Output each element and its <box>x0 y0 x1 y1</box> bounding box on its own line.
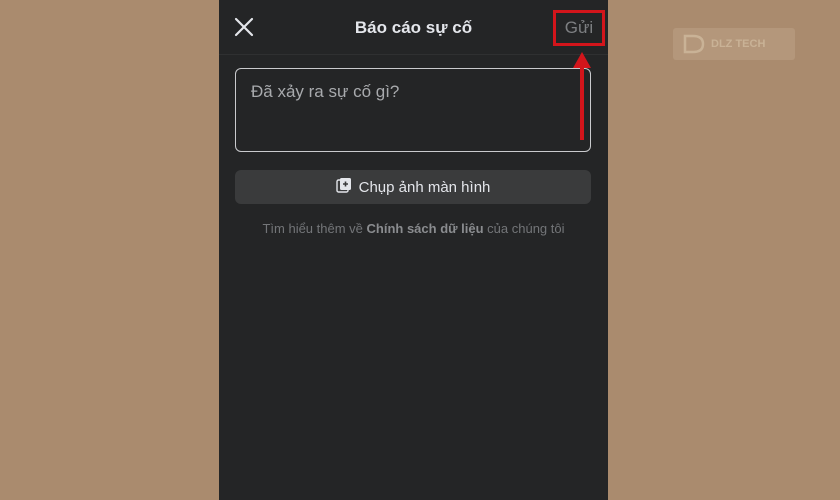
send-button[interactable]: Gửi <box>553 10 605 46</box>
data-policy-notice: Tìm hiểu thêm về Chính sách dữ liệu của … <box>219 221 608 236</box>
header-bar: Báo cáo sự cố Gửi <box>219 0 608 55</box>
report-problem-sheet: Báo cáo sự cố Gửi Chụp ảnh màn hình Tìm … <box>219 0 608 500</box>
problem-description-input[interactable] <box>235 68 591 152</box>
data-policy-link[interactable]: Chính sách dữ liệu <box>367 221 484 236</box>
logo-icon <box>683 34 705 54</box>
take-screenshot-button[interactable]: Chụp ảnh màn hình <box>235 170 591 204</box>
annotation-arrow <box>573 52 591 140</box>
screenshot-icon <box>335 177 352 197</box>
policy-prefix: Tìm hiểu thêm về <box>262 221 367 236</box>
watermark-logo: DLZ TECH <box>673 28 795 60</box>
policy-suffix: của chúng tôi <box>483 221 565 236</box>
screenshot-label: Chụp ảnh màn hình <box>358 178 491 196</box>
page-title: Báo cáo sự cố <box>354 18 473 37</box>
watermark-text: DLZ TECH <box>711 38 766 50</box>
